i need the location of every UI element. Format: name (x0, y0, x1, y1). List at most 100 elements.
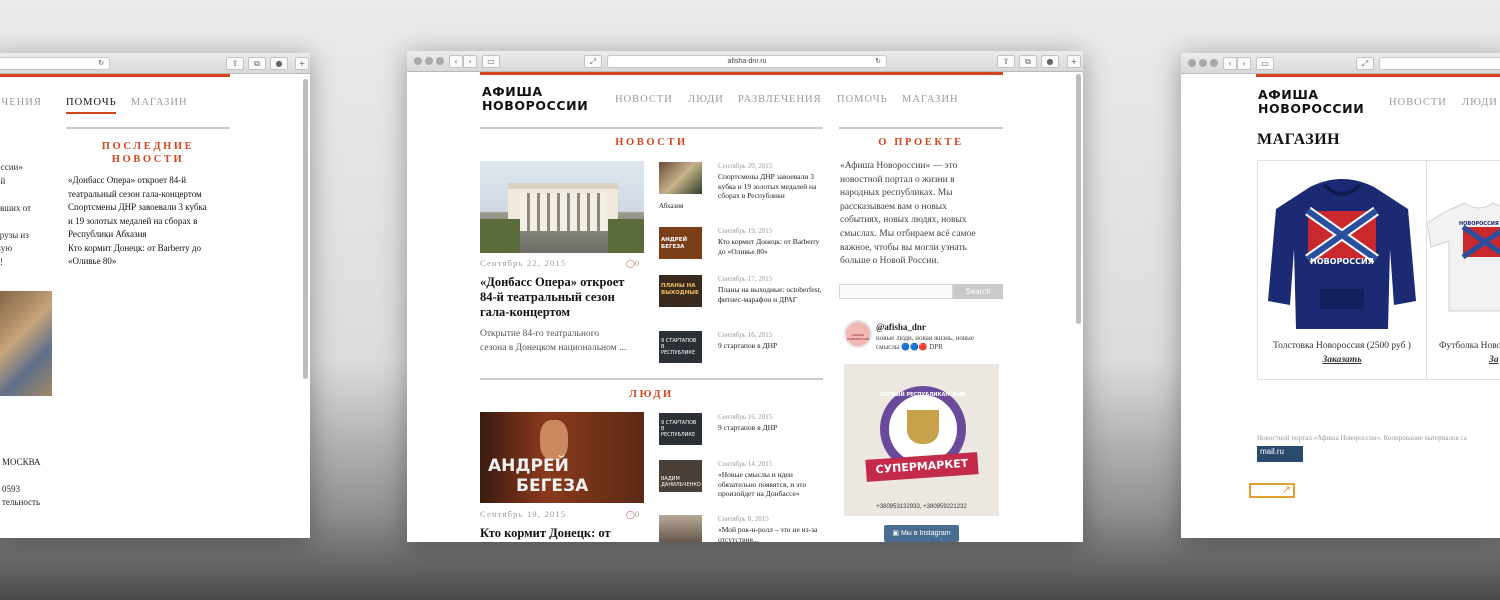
nav-help[interactable]: ПОМОЧЬ (837, 94, 888, 105)
opera-photo[interactable] (480, 161, 644, 253)
people-list-item[interactable]: 9 СТАРТАПОВ В РЕСПУБЛИКЕ Сентябрь 16, 20… (659, 413, 829, 449)
reload-icon[interactable]: ↻ (98, 58, 104, 69)
tabs-icon[interactable]: ⧉ (248, 57, 266, 70)
bio-line: новые люди, новая жизнь, новые (876, 334, 974, 342)
latest-news-link[interactable]: и 19 золотых медалей на сборах в (68, 215, 236, 229)
product-card[interactable]: НОВОРОССИЯ Толстовка Новороссия (2500 ру… (1257, 160, 1427, 380)
download-icon[interactable]: ● (270, 57, 288, 70)
news-date: Сентябрь 8, 2015 (718, 515, 769, 523)
people-photo[interactable]: АНДРЕЙ БЕГЕЗА (480, 412, 644, 503)
minimize-window-icon[interactable] (425, 57, 433, 65)
latest-news-link[interactable]: Кто кормит Донецк: от Barberry до (68, 242, 236, 256)
maximize-window-icon[interactable] (436, 57, 444, 65)
latest-news-link[interactable]: Республики Абхазия (68, 228, 236, 242)
mailru-counter-badge[interactable]: mail.ru (1257, 446, 1303, 462)
nav-shop[interactable]: МАГАЗИН (902, 94, 959, 105)
site-logo[interactable]: АФИША НОВОРОССИИ (1258, 88, 1364, 116)
nav-entertainment[interactable]: ЕЧЕНИЯ (0, 97, 42, 108)
main-news-comments[interactable]: ◯0 (626, 259, 639, 268)
main-news-title[interactable]: «Донбасс Опера» откроет 84-й театральный… (480, 275, 650, 320)
right-address-bar[interactable] (1379, 57, 1500, 70)
instagram-post-image[interactable]: ПЕРВЫЙ РЕСПУБЛИКАНСКИЙ СУПЕРМАРКЕТ +3809… (844, 364, 999, 516)
people-news-comments[interactable]: ◯0 (626, 510, 639, 519)
shop-title: МАГАЗИН (1257, 131, 1341, 148)
latest-news-link[interactable]: «Донбасс Опера» откроет 84-й (68, 174, 236, 188)
instagram-avatar[interactable]: АФИША НОВОРОССИИ (844, 320, 872, 348)
coat-of-arms-icon (907, 410, 939, 444)
order-link[interactable]: За (1489, 355, 1499, 365)
latest-news-link[interactable]: театральный сезон гала-концертом (68, 188, 236, 202)
excerpt-line: Открытие 84-го театрального (480, 329, 600, 339)
new-tab-icon[interactable]: + (1067, 55, 1081, 68)
left-toolbar: ↻ ⇪ ⧉ ● + (0, 53, 310, 74)
fullscreen-icon[interactable]: ⤢ (1356, 57, 1374, 70)
people-divider (480, 378, 823, 380)
news-thumb: ВАДИМ ДАНИЛЬЧЕНКО (659, 460, 702, 492)
main-toolbar: ‹ › ▭ ⤢ afisha-dnr.ru ↻ ⇪ ⧉ ● + (407, 51, 1083, 72)
latest-news-heading-line2: НОВОСТИ (111, 154, 185, 165)
about-line: рассказываем вам о новых (840, 201, 947, 212)
nav-people[interactable]: ЛЮДИ (1462, 97, 1498, 108)
fullscreen-icon[interactable]: ⤢ (584, 55, 602, 68)
reload-icon[interactable]: ↻ (875, 56, 881, 67)
news-date: Сентябрь 16, 2015 (718, 331, 773, 339)
product-name: Футболка Новоро (1439, 341, 1500, 351)
left-browser-window: ↻ ⇪ ⧉ ● + ЕЧЕНИЯ ПОМОЧЬ МАГАЗИН ПОСЛЕДНИ… (0, 53, 310, 538)
forward-icon[interactable]: › (463, 55, 477, 68)
external-counter-badge[interactable]: ↗ (1249, 483, 1295, 498)
people-news-title[interactable]: Кто кормит Донецк: от (480, 526, 611, 541)
news-title: 9 стартапов в ДНР (718, 341, 778, 350)
people-list-item[interactable]: ВАДИМ ДАНИЛЬЧЕНКО Сентябрь 14, 2015 «Нов… (659, 460, 829, 504)
product-card[interactable]: НОВОРОССИЯ Футболка Новоро За (1427, 160, 1500, 380)
tabs-icon[interactable]: ⧉ (1019, 55, 1037, 68)
about-line: народных республиках. Мы (840, 188, 953, 199)
minimize-window-icon[interactable] (1199, 59, 1207, 67)
back-icon[interactable]: ‹ (1223, 57, 1237, 70)
order-link[interactable]: Заказать (1258, 355, 1426, 365)
left-scrollbar[interactable] (303, 79, 308, 379)
latest-news-link[interactable]: Спортсмены ДНР завоевали 3 кубка (68, 201, 236, 215)
instagram-button[interactable]: ▣ Мы в Instagram (884, 525, 959, 542)
left-address-bar[interactable]: ↻ (0, 57, 110, 70)
nav-shop[interactable]: МАГАЗИН (131, 97, 188, 108)
search-button[interactable]: Search (953, 284, 1003, 299)
close-window-icon[interactable] (1188, 59, 1196, 67)
news-overflow-text: Абхазия (659, 202, 684, 210)
forward-icon[interactable]: › (1237, 57, 1251, 70)
main-news-excerpt: Открытие 84-го театрального сезона в Дон… (480, 328, 655, 355)
cut-line: е! (0, 256, 3, 267)
download-icon[interactable]: ● (1041, 55, 1059, 68)
close-window-icon[interactable] (414, 57, 422, 65)
people-heading: ЛЮДИ (629, 389, 674, 400)
news-list-item[interactable]: ПЛАНЫ НА ВЫХОДНЫЕ Сентябрь 17, 2015 План… (659, 275, 829, 315)
left-cut-text: оссии» ой я авших от е грузы из ную е! (0, 161, 31, 269)
about-text: «Афиша Новороссии» — это новостной порта… (840, 160, 1008, 269)
sidebar-icon[interactable]: ▭ (482, 55, 500, 68)
nav-help[interactable]: ПОМОЧЬ (66, 97, 117, 108)
people-list-item[interactable]: Сентябрь 8, 2015 «Мой рок-н-ролл – это н… (659, 515, 829, 542)
search-input[interactable] (839, 284, 953, 299)
latest-news-heading-line1: ПОСЛЕДНИЕ (101, 141, 195, 152)
new-tab-icon[interactable]: + (295, 57, 309, 70)
news-list-item[interactable]: АНДРЕЙ БЕГЕЗА Сентябрь 19, 2015 Кто корм… (659, 227, 829, 267)
share-icon[interactable]: ⇪ (997, 55, 1015, 68)
instagram-handle[interactable]: @afisha_dnr (876, 322, 926, 332)
news-title: 9 стартапов в ДНР (718, 423, 778, 432)
main-scrollbar[interactable] (1076, 74, 1081, 324)
latest-news-link[interactable]: «Оливье 80» (68, 255, 236, 269)
sidebar-icon[interactable]: ▭ (1256, 57, 1274, 70)
back-icon[interactable]: ‹ (449, 55, 463, 68)
news-thumb (659, 515, 702, 542)
nav-people[interactable]: ЛЮДИ (688, 94, 724, 105)
nav-entertainment[interactable]: РАЗВЛЕЧЕНИЯ (738, 94, 822, 105)
site-logo[interactable]: АФИША НОВОРОССИИ (482, 85, 588, 113)
maximize-window-icon[interactable] (1210, 59, 1218, 67)
news-date: Сентябрь 19, 2015 (718, 227, 773, 235)
title-line: гала-концертом (480, 305, 570, 319)
news-list-item[interactable]: 9 СТАРТАПОВ В РЕСПУБЛИКЕ Сентябрь 16, 20… (659, 331, 829, 367)
address-bar[interactable]: afisha-dnr.ru ↻ (607, 55, 887, 68)
share-icon[interactable]: ⇪ (226, 57, 244, 70)
nav-news[interactable]: НОВОСТИ (1389, 97, 1447, 108)
news-list-item[interactable]: Сентябрь 20, 2015 Спортсмены ДНР завоева… (659, 162, 829, 210)
nav-news[interactable]: НОВОСТИ (615, 94, 673, 105)
